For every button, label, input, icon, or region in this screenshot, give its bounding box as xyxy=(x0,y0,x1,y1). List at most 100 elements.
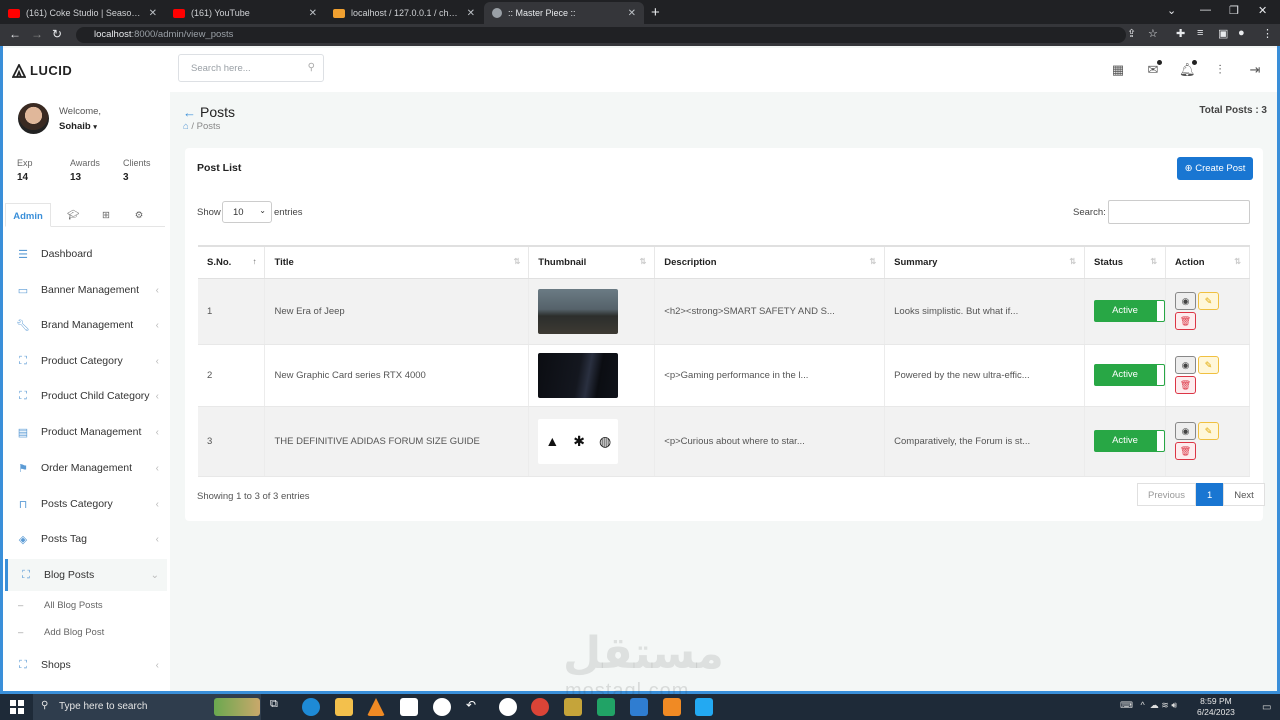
status-toggle[interactable]: Active xyxy=(1094,430,1157,452)
sidebar-item-banner-management[interactable]: ▭ Banner Management ‹ xyxy=(5,274,167,306)
column-header-summary[interactable]: Summary ⇅ xyxy=(884,245,1086,279)
pagination-next[interactable]: Next xyxy=(1223,483,1265,506)
profile-icon[interactable]: ● xyxy=(1238,27,1245,39)
close-icon[interactable]: ✕ xyxy=(467,8,475,19)
edit-button[interactable]: ✎ xyxy=(1198,292,1220,310)
view-button[interactable]: ◉ xyxy=(1175,422,1197,440)
status-toggle[interactable]: Active xyxy=(1094,300,1157,322)
github-desktop-icon[interactable]: ↶ xyxy=(466,698,484,716)
user-name-dropdown[interactable]: Sohaib ▾ xyxy=(59,121,97,132)
sidebar-item-blog-posts[interactable]: ⛶ Blog Posts ⌄ xyxy=(5,559,167,591)
column-header-action[interactable]: Action ⇅ xyxy=(1165,245,1250,279)
logout-icon[interactable]: ⇥ xyxy=(1247,62,1263,77)
logo[interactable]: LUCID xyxy=(12,63,72,78)
delete-button[interactable]: 🗑︎ xyxy=(1175,442,1197,460)
calendar-icon[interactable]: ▦ xyxy=(1110,62,1126,77)
browser-tab[interactable]: (161) Coke Studio | Season 14 | T ✕ xyxy=(0,2,165,24)
app-icon[interactable] xyxy=(630,698,648,716)
sidebar-item-product-category[interactable]: ⛶ Product Category ‹ xyxy=(5,345,167,377)
sidebar-item-product-management[interactable]: ▤ Product Management ‹ xyxy=(5,416,167,448)
extensions-icon[interactable]: ✚ xyxy=(1176,27,1185,40)
pagination-page[interactable]: 1 xyxy=(1195,483,1224,506)
wifi-icon[interactable]: ≋ xyxy=(1161,700,1169,710)
share-icon[interactable]: ⇪ xyxy=(1127,27,1136,40)
sidebar-subitem-add-blog-post[interactable]: – Add Blog Post xyxy=(18,627,104,638)
task-view-icon[interactable]: ⧉ xyxy=(270,698,288,716)
sidebar-item-posts-category[interactable]: ⊓ Posts Category ‹ xyxy=(5,488,167,520)
tab-search-icon[interactable]: ⌄ xyxy=(1167,4,1176,17)
close-icon[interactable]: ✕ xyxy=(628,8,636,19)
view-button[interactable]: ◉ xyxy=(1175,356,1197,374)
avatar[interactable] xyxy=(18,103,49,134)
pagination-previous[interactable]: Previous xyxy=(1137,483,1196,506)
edit-button[interactable]: ✎ xyxy=(1198,422,1220,440)
url-field[interactable]: localhost:8000/admin/view_posts xyxy=(76,27,1126,43)
toggle-knob[interactable] xyxy=(1156,300,1166,322)
notifications-icon[interactable]: ▭ xyxy=(1262,702,1271,713)
keyboard-icon[interactable]: ⌨ xyxy=(1120,700,1133,710)
arrow-left-icon[interactable]: ← xyxy=(183,105,196,120)
forward-icon[interactable]: → xyxy=(31,27,43,41)
column-header-description[interactable]: Description ⇅ xyxy=(654,245,886,279)
tab-admin[interactable]: Admin xyxy=(5,203,51,227)
sidebar-item-shops[interactable]: ⛶ Shops ‹ xyxy=(5,649,167,681)
status-toggle[interactable]: Active xyxy=(1094,364,1157,386)
search-icon[interactable]: ⚲ xyxy=(308,62,315,73)
reading-list-icon[interactable]: ≡ xyxy=(1197,27,1203,39)
close-icon[interactable]: ✕ xyxy=(149,8,157,19)
sidebar-item-posts-tag[interactable]: ◈ Posts Tag ‹ xyxy=(5,523,167,555)
edge-browser-icon[interactable] xyxy=(302,698,320,716)
column-header-title[interactable]: Title ⇅ xyxy=(264,245,530,279)
windows-start-icon[interactable] xyxy=(10,700,24,714)
back-icon[interactable]: ← xyxy=(9,27,21,41)
column-header-status[interactable]: Status ⇅ xyxy=(1084,245,1167,279)
taskbar-clock[interactable]: 8:59 PM 6/24/2023 xyxy=(1197,696,1235,718)
home-icon[interactable]: ⌂ xyxy=(183,121,189,132)
excel-icon[interactable] xyxy=(597,698,615,716)
column-header-sno[interactable]: S.No. ↑ xyxy=(198,245,266,279)
delete-button[interactable]: 🗑︎ xyxy=(1175,376,1197,394)
sliders-icon[interactable]: ⫶ xyxy=(1212,62,1228,77)
toggle-knob[interactable] xyxy=(1156,430,1166,452)
reload-icon[interactable]: ↻ xyxy=(52,27,62,41)
create-post-button[interactable]: ⊕ Create Post xyxy=(1177,157,1253,180)
cloud-icon[interactable]: ☁ xyxy=(1150,700,1159,710)
volume-icon[interactable]: 🔊︎ xyxy=(1171,700,1177,710)
xampp-icon[interactable] xyxy=(663,698,681,716)
whatsapp-icon[interactable] xyxy=(433,698,451,716)
close-window-icon[interactable]: ✕ xyxy=(1258,4,1267,17)
browser-tab-active[interactable]: :: Master Piece :: ✕ xyxy=(484,2,644,24)
notepad-icon[interactable] xyxy=(400,698,418,716)
weather-widget-icon[interactable] xyxy=(214,698,260,716)
menu-kebab-icon[interactable]: ⋮ xyxy=(1262,27,1273,40)
sidebar-item-product-child-category[interactable]: ⛶ Product Child Category ‹ xyxy=(5,380,167,412)
sidebar-subitem-all-blog-posts[interactable]: – All Blog Posts xyxy=(18,600,103,611)
column-header-thumbnail[interactable]: Thumbnail ⇅ xyxy=(528,245,656,279)
gear-icon[interactable]: ⚙ xyxy=(129,203,149,227)
delete-button[interactable]: 🗑︎ xyxy=(1175,312,1197,330)
header-search-input[interactable]: Search here... ⚲ xyxy=(178,54,324,82)
browser-tab[interactable]: (161) YouTube ✕ xyxy=(165,2,325,24)
graduation-cap-icon[interactable]: 🎓︎ xyxy=(63,203,83,227)
minimize-icon[interactable]: — xyxy=(1200,4,1211,16)
edit-button[interactable]: ✎ xyxy=(1198,356,1220,374)
restore-icon[interactable]: ❐ xyxy=(1229,4,1239,17)
bookmark-star-icon[interactable]: ☆ xyxy=(1148,27,1158,40)
chrome-icon[interactable] xyxy=(531,698,549,716)
toggle-knob[interactable] xyxy=(1156,364,1166,386)
chevron-up-icon[interactable]: ^ xyxy=(1141,700,1145,710)
sidebar-item-order-management[interactable]: ⚑ Order Management ‹ xyxy=(5,452,167,484)
grid-icon[interactable]: ⊞ xyxy=(96,203,116,227)
sidepanel-icon[interactable]: ▣ xyxy=(1218,27,1228,40)
entries-select[interactable]: 10 ⌄ xyxy=(222,201,272,223)
view-button[interactable]: ◉ xyxy=(1175,292,1197,310)
obs-icon[interactable] xyxy=(499,698,517,716)
table-search-input[interactable] xyxy=(1108,200,1250,224)
sidebar-item-dashboard[interactable]: ☰ Dashboard xyxy=(5,238,167,270)
browser-tab[interactable]: localhost / 127.0.0.1 / chatapplic ✕ xyxy=(325,2,483,24)
file-explorer-icon[interactable] xyxy=(335,698,353,716)
sidebar-item-brand-management[interactable]: 🔧︎ Brand Management ‹ xyxy=(5,309,167,341)
vscode-icon[interactable] xyxy=(695,698,713,716)
folder-icon[interactable] xyxy=(564,698,582,716)
close-icon[interactable]: ✕ xyxy=(309,8,317,19)
